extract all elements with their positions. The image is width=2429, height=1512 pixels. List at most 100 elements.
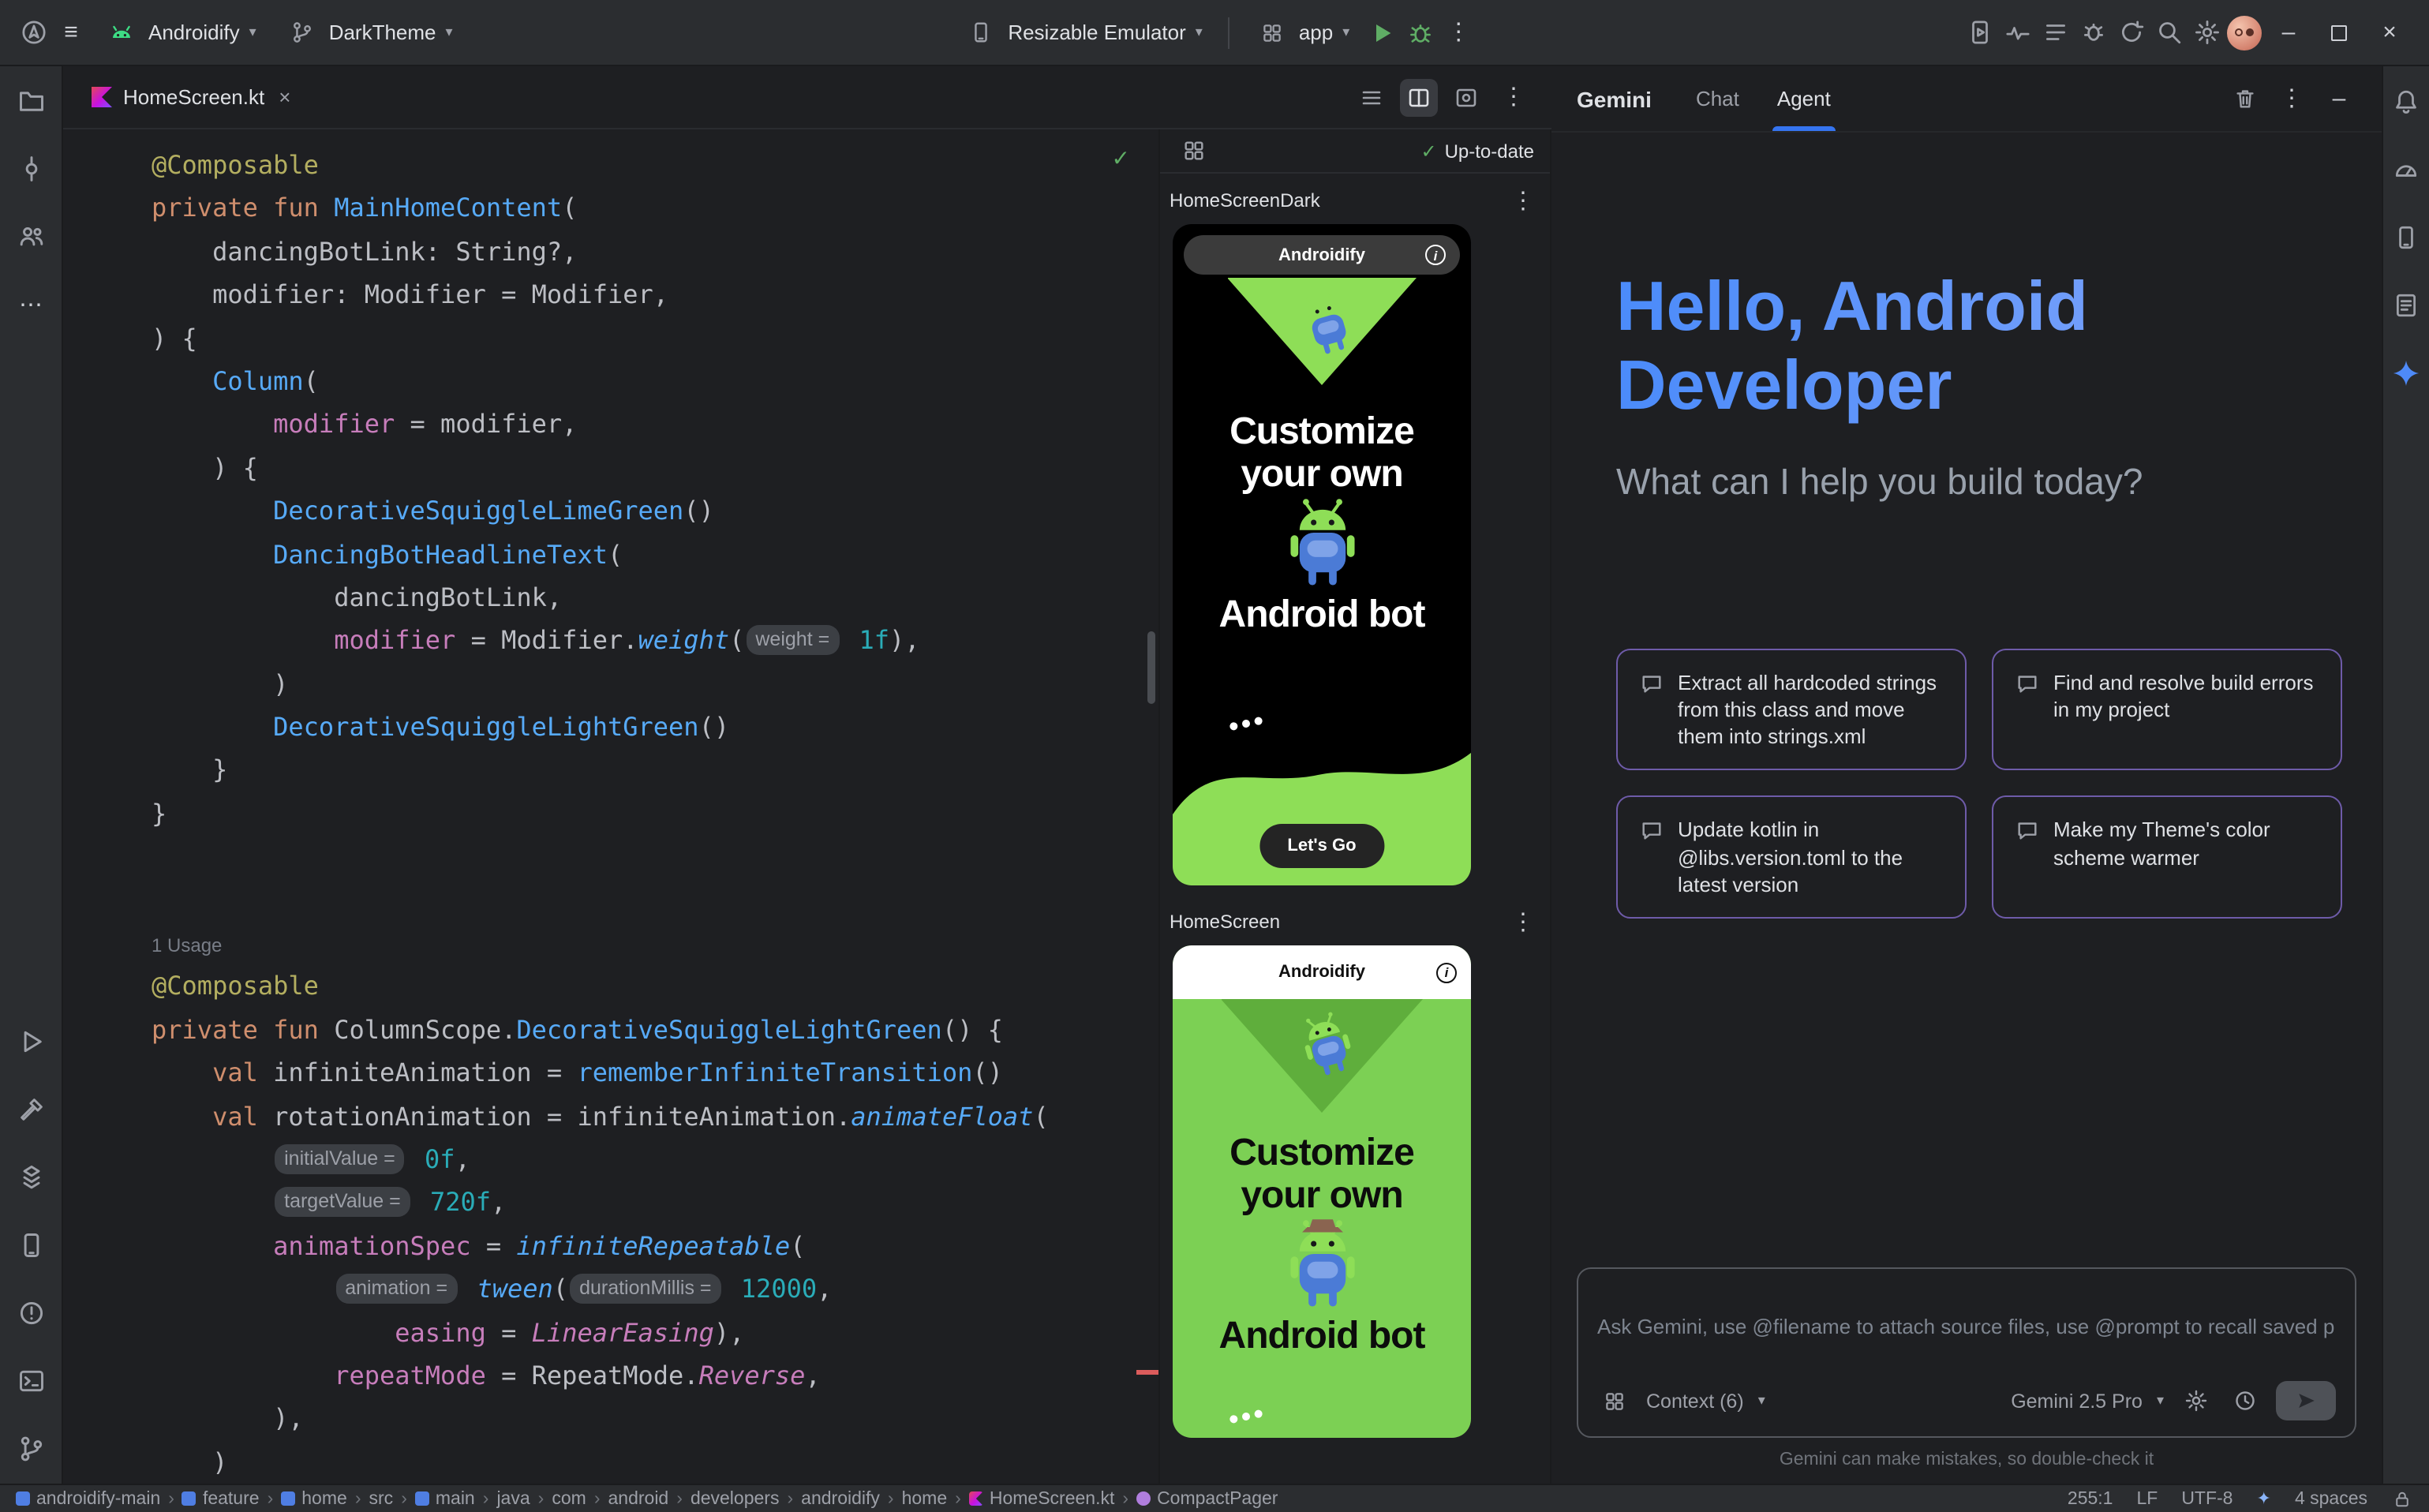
check-icon: ✓ xyxy=(1420,140,1436,162)
gemini-prompt-box[interactable]: Context (6) ▾ Gemini 2.5 Pro ▾ xyxy=(1577,1267,2356,1438)
breadcrumb-item[interactable]: feature xyxy=(182,1489,260,1508)
device-manager-tool-icon[interactable] xyxy=(12,1158,50,1196)
debug-button[interactable] xyxy=(1403,15,1438,50)
problems-tool-icon[interactable] xyxy=(12,1294,50,1332)
ai-status-icon[interactable]: ✦ xyxy=(2257,1488,2271,1509)
breadcrumb-item[interactable]: home xyxy=(281,1489,347,1508)
breadcrumb-item[interactable]: src xyxy=(369,1489,394,1508)
phone-headline: Customize your own xyxy=(1173,1132,1471,1217)
settings-icon[interactable] xyxy=(2189,15,2224,50)
code-line: repeatMode = RepeatMode.Reverse, xyxy=(152,1354,1158,1398)
inspections-ok-icon[interactable]: ✓ xyxy=(1112,145,1130,172)
hide-panel-icon[interactable]: – xyxy=(2322,81,2356,116)
sync-project-icon[interactable] xyxy=(2113,15,2148,50)
device-explorer-icon[interactable] xyxy=(2387,218,2425,256)
breadcrumb-item[interactable]: main xyxy=(415,1489,475,1508)
breadcrumb-item[interactable]: android xyxy=(608,1489,669,1508)
project-name: Androidify xyxy=(148,21,240,44)
preview-options-icon[interactable]: ⋮ xyxy=(1506,904,1540,939)
suggestion-card[interactable]: Find and resolve build errors in my proj… xyxy=(1992,649,2342,771)
window-minimize-button[interactable]: – xyxy=(2265,9,2312,56)
breadcrumb-item[interactable]: androidify-main xyxy=(16,1489,160,1508)
context-selector[interactable]: Context (6) xyxy=(1646,1390,1744,1412)
user-avatar[interactable] xyxy=(2227,15,2262,50)
preview-options-icon[interactable]: ⋮ xyxy=(1506,183,1540,218)
error-stripe-mark[interactable] xyxy=(1136,1370,1158,1375)
search-everywhere-icon[interactable] xyxy=(2151,15,2186,50)
profiler-tool-icon[interactable] xyxy=(2387,150,2425,188)
editor-tab-homescreen[interactable]: HomeScreen.kt × xyxy=(73,66,309,128)
suggestion-card[interactable]: Extract all hardcoded strings from this … xyxy=(1616,649,1967,771)
history-icon[interactable] xyxy=(2227,1383,2262,1418)
phone-top-bar: Androidify i xyxy=(1173,945,1471,999)
delete-conversation-icon[interactable] xyxy=(2227,81,2262,116)
breadcrumb-item[interactable]: home xyxy=(902,1489,948,1508)
logcat-icon[interactable] xyxy=(2038,15,2072,50)
tab-agent[interactable]: Agent xyxy=(1777,66,1831,131)
device-selector[interactable]: Resizable Emulator ▾ xyxy=(951,7,1215,58)
view-code-icon[interactable] xyxy=(1353,78,1390,116)
gemini-prompt-input[interactable] xyxy=(1597,1285,2336,1368)
send-button[interactable] xyxy=(2276,1381,2336,1420)
gemini-options-icon[interactable]: ⋮ xyxy=(2274,81,2309,116)
breadcrumb-item[interactable]: com xyxy=(552,1489,586,1508)
gemini-tool-icon[interactable] xyxy=(2387,354,2425,391)
breadcrumb-item[interactable]: HomeScreen.kt xyxy=(969,1489,1115,1508)
read-only-lock-icon[interactable] xyxy=(2391,1488,2413,1510)
tab-close-icon[interactable]: × xyxy=(279,85,290,109)
main-menu-icon[interactable]: ≡ xyxy=(54,15,88,50)
running-devices-icon[interactable] xyxy=(1962,15,1997,50)
more-tool-windows-icon[interactable]: ⋯ xyxy=(12,286,50,324)
indent-setting[interactable]: 4 spaces xyxy=(2295,1489,2367,1508)
pull-requests-tool-icon[interactable] xyxy=(12,218,50,256)
breadcrumb-item[interactable]: developers xyxy=(691,1489,780,1508)
lets-go-button[interactable]: Let's Go xyxy=(1259,824,1384,868)
preview-scroll-area[interactable]: HomeScreenDark ⋮ Androidify i Customi xyxy=(1160,174,1550,1484)
breadcrumb-separator: › xyxy=(787,1489,793,1508)
project-selector[interactable]: Androidify ▾ xyxy=(92,7,269,58)
phone-headline-2: Android bot xyxy=(1173,1315,1471,1357)
build-tool-icon[interactable] xyxy=(12,1091,50,1128)
commit-tool-icon[interactable] xyxy=(12,150,50,188)
breadcrumb-item[interactable]: java xyxy=(496,1489,530,1508)
run-button[interactable] xyxy=(1365,15,1400,50)
notifications-icon[interactable] xyxy=(2387,82,2425,120)
project-tool-icon[interactable] xyxy=(12,82,50,120)
code-line: DecorativeSquiggleLimeGreen() xyxy=(152,489,1158,533)
gemini-settings-icon[interactable] xyxy=(2178,1383,2213,1418)
line-separator[interactable]: LF xyxy=(2136,1489,2158,1508)
editor-options-icon[interactable]: ⋮ xyxy=(1495,78,1533,116)
terminal-tool-icon[interactable] xyxy=(12,1362,50,1400)
view-design-icon[interactable] xyxy=(1447,78,1485,116)
model-selector[interactable]: Gemini 2.5 Pro xyxy=(2011,1390,2143,1412)
breadcrumb-item[interactable]: CompactPager xyxy=(1136,1489,1278,1508)
caret-position[interactable]: 255:1 xyxy=(2068,1489,2113,1508)
code-editor[interactable]: @Composableprivate fun MainHomeContent( … xyxy=(63,129,1160,1484)
more-actions-icon[interactable]: ⋮ xyxy=(1441,15,1476,50)
android-bot-icon xyxy=(1279,496,1364,590)
run-tool-icon[interactable] xyxy=(12,1023,50,1061)
profiler-icon[interactable] xyxy=(2000,15,2034,50)
preview-phone-homescreen[interactable]: Androidify i Customize your own Android … xyxy=(1173,945,1471,1438)
tab-chat[interactable]: Chat xyxy=(1696,66,1739,131)
breadcrumb-item[interactable]: androidify xyxy=(801,1489,880,1508)
window-close-button[interactable]: × xyxy=(2366,9,2413,56)
module-icon xyxy=(182,1491,196,1506)
emulator-tool-icon[interactable] xyxy=(12,1226,50,1264)
preview-phone-homescreendark[interactable]: Androidify i Customize your own Android … xyxy=(1173,224,1471,885)
vcs-branch-selector[interactable]: DarkTheme ▾ xyxy=(272,7,466,58)
window-maximize-button[interactable] xyxy=(2315,9,2363,56)
preview-pane-label[interactable]: HomeScreenDark xyxy=(1170,189,1320,211)
logcat-tool-icon[interactable] xyxy=(2387,286,2425,324)
suggestion-card[interactable]: Make my Theme's color scheme warmer xyxy=(1992,796,2342,919)
view-split-icon[interactable] xyxy=(1400,78,1438,116)
version-control-tool-icon[interactable] xyxy=(12,1430,50,1468)
file-encoding[interactable]: UTF-8 xyxy=(2181,1489,2233,1508)
editor-scrollbar[interactable] xyxy=(1147,631,1155,704)
code-line: ) { xyxy=(152,446,1158,489)
preview-layout-icon[interactable] xyxy=(1176,133,1211,168)
preview-pane-label[interactable]: HomeScreen xyxy=(1170,911,1280,933)
suggestion-card[interactable]: Update kotlin in @libs.version.toml to t… xyxy=(1616,796,1967,919)
app-quality-insights-icon[interactable] xyxy=(2075,15,2110,50)
run-configuration-selector[interactable]: app ▾ xyxy=(1242,7,1362,58)
